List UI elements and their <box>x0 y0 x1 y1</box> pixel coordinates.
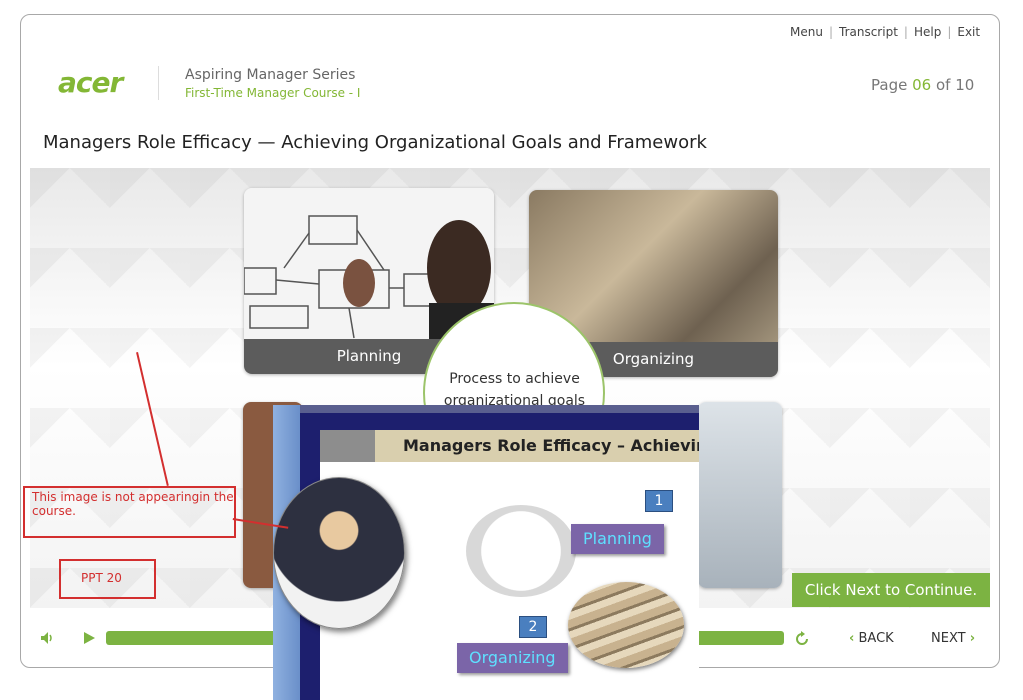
series-title: Aspiring Manager Series <box>185 67 356 83</box>
page-prefix: Page <box>871 76 908 94</box>
header-divider <box>158 66 159 100</box>
step-number-1: 1 <box>645 490 673 512</box>
annotation-ppt-text: PPT 20 <box>81 571 122 585</box>
next-label: NEXT <box>931 631 966 646</box>
transcript-link[interactable]: Transcript <box>839 25 898 39</box>
overlay-organizing-label: Organizing <box>457 643 568 673</box>
overlay-planning-image <box>466 505 576 597</box>
ppt-screenshot-overlay: Managers Role Efficacy – Achieving O 1 P… <box>273 405 699 700</box>
step-number-2: 2 <box>519 616 547 638</box>
play-icon[interactable] <box>82 631 96 645</box>
back-label: BACK <box>858 631 894 646</box>
click-next-banner[interactable]: Click Next to Continue. <box>792 573 990 607</box>
overlay-planning-label: Planning <box>571 524 664 554</box>
overlay-organizing-image <box>568 582 684 668</box>
back-button[interactable]: ‹ BACK <box>849 631 894 646</box>
overlay-topbar <box>300 405 699 413</box>
overlay-title: Managers Role Efficacy – Achieving O <box>375 430 699 462</box>
audio-icon[interactable] <box>39 630 55 646</box>
planning-image <box>244 188 494 340</box>
slide-title: Managers Role Efficacy — Achieving Organ… <box>43 132 707 153</box>
course-title: First-Time Manager Course - I <box>185 86 361 100</box>
chevron-right-icon: › <box>969 631 976 646</box>
annotation-note-box: This image is not appearingin the course… <box>23 486 236 538</box>
annotation-note-text: This image is not appearingin the course… <box>32 490 234 518</box>
chevron-left-icon: ‹ <box>849 631 855 646</box>
businesswoman-image <box>273 477 405 629</box>
next-button[interactable]: NEXT › <box>931 631 975 646</box>
page-total: of 10 <box>935 76 975 94</box>
top-nav: Menu | Transcript | Help | Exit <box>790 25 980 39</box>
nav-separator: | <box>903 25 908 39</box>
overlay-grey-block <box>320 430 376 462</box>
controlling-tile <box>698 402 782 588</box>
acer-logo: acer <box>58 66 123 99</box>
menu-link[interactable]: Menu <box>790 25 823 39</box>
exit-link[interactable]: Exit <box>957 25 980 39</box>
help-link[interactable]: Help <box>914 25 941 39</box>
replay-icon[interactable] <box>794 631 810 647</box>
nav-separator: | <box>828 25 833 39</box>
page-indicator: Page 06 of 10 <box>871 76 974 94</box>
page-current: 06 <box>912 76 932 94</box>
annotation-ppt-box: PPT 20 <box>59 559 156 599</box>
nav-separator: | <box>947 25 952 39</box>
